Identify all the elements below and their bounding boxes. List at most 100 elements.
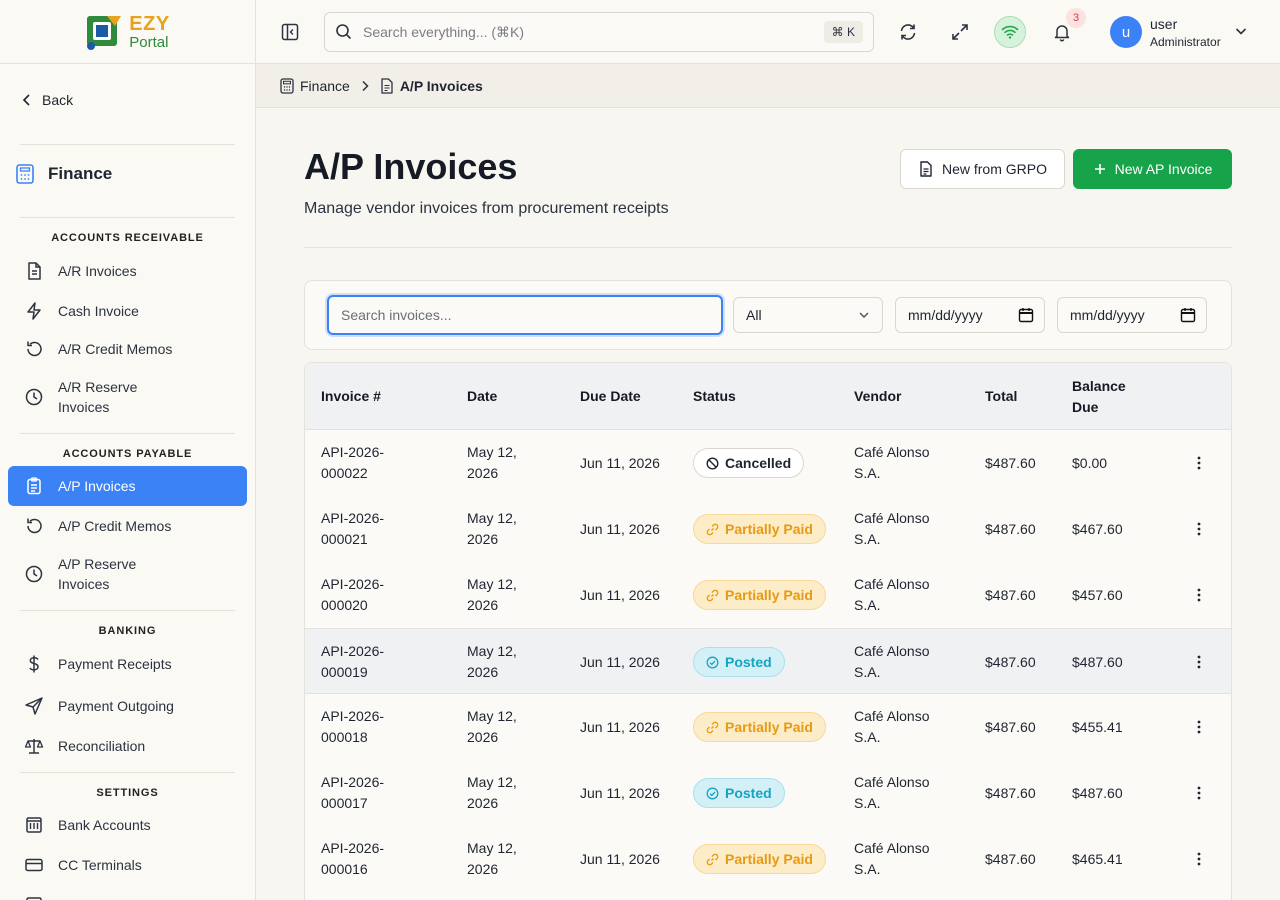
sidebar-item-ar-reserve-invoices[interactable]: A/R Reserve Invoices: [8, 376, 247, 418]
breadcrumb-item-finance[interactable]: Finance: [280, 78, 350, 94]
column-header-total[interactable]: Total: [985, 363, 1017, 430]
table-row[interactable]: API-2026- 000016 May 12, 2026 Jun 11, 2026 Pa…: [305, 826, 1231, 892]
avatar[interactable]: u: [1110, 16, 1142, 48]
sidebar-item-partial[interactable]: [8, 888, 247, 900]
table-row[interactable]: API-2026- 000020 May 12, 2026 Jun 11, 2026 Pa…: [305, 562, 1231, 628]
cell-text: API-2026-: [321, 643, 385, 659]
new-ap-invoice-button[interactable]: New AP Invoice: [1073, 149, 1232, 189]
cell-invoice-number[interactable]: API-2026- 000018: [321, 694, 384, 760]
table-row[interactable]: API-2026- 000022 May 12, 2026 Jun 11, 2026 Ca…: [305, 430, 1231, 496]
sidebar-item-cash-invoice[interactable]: Cash Invoice: [8, 294, 247, 328]
column-header-vendor[interactable]: Vendor: [854, 363, 901, 430]
user-menu-toggle[interactable]: [1234, 24, 1248, 38]
cell-balance-due: $0.00: [1072, 454, 1108, 471]
table-row[interactable]: API-2026- 000017 May 12, 2026 Jun 11, 2026 Po…: [305, 760, 1231, 826]
new-from-grpo-button[interactable]: New from GRPO: [900, 149, 1065, 189]
divider: [20, 144, 235, 145]
column-header-invoice[interactable]: Invoice #: [321, 363, 381, 430]
status-label: Cancelled: [725, 454, 792, 471]
status-filter-select[interactable]: All: [733, 297, 883, 333]
sidebar-item-ap-invoices[interactable]: A/P Invoices: [8, 466, 247, 506]
sidebar-item-ap-credit-memos[interactable]: A/P Credit Memos: [8, 509, 247, 543]
cell-date: May 12, 2026: [467, 562, 517, 628]
sidebar-item-payment-outgoing[interactable]: Payment Outgoing: [8, 689, 247, 723]
cell-due-date: Jun 11, 2026: [580, 718, 660, 735]
connection-status[interactable]: [994, 16, 1026, 48]
cell-due-date: Jun 11, 2026: [580, 454, 660, 471]
row-actions-button[interactable]: [1191, 719, 1207, 735]
cell-text: S.A.: [854, 465, 881, 481]
grid-icon: [26, 897, 42, 900]
refresh-button[interactable]: [892, 16, 924, 48]
logo[interactable]: EZY Portal: [85, 12, 169, 52]
row-actions-button[interactable]: [1191, 654, 1207, 670]
sidebar-item-payment-receipts[interactable]: Payment Receipts: [8, 647, 247, 681]
cell-date: May 12, 2026: [467, 760, 517, 826]
row-actions-button[interactable]: [1191, 587, 1207, 603]
cell-text: S.A.: [854, 729, 881, 745]
cell-invoice-number[interactable]: API-2026- 000021: [321, 496, 384, 562]
sidebar-item-cc-terminals[interactable]: CC Terminals: [8, 848, 247, 882]
calendar-icon[interactable]: [1180, 307, 1196, 323]
fullscreen-button[interactable]: [944, 16, 976, 48]
row-actions-button[interactable]: [1191, 521, 1207, 537]
cell-invoice-number[interactable]: API-2026- 000022: [321, 430, 384, 496]
column-header-due-date[interactable]: Due Date: [580, 363, 641, 430]
row-actions-button[interactable]: [1191, 851, 1207, 867]
more-vertical-icon: [1197, 522, 1201, 536]
cell-vendor: Café Alonso S.A.: [854, 826, 930, 892]
column-header-status[interactable]: Status: [693, 363, 736, 430]
global-search-input[interactable]: [363, 24, 803, 40]
sidebar-item-label: Payment Receipts: [58, 656, 172, 672]
table-row[interactable]: API-2026- 000018 May 12, 2026 Jun 11, 2026 Pa…: [305, 694, 1231, 760]
search-icon: [336, 24, 352, 40]
top-bar: ⌘ K 3 u user Administrator: [256, 0, 1280, 64]
logo-mark-icon: [85, 12, 127, 52]
cell-invoice-number[interactable]: API-2026- 000017: [321, 760, 384, 826]
cell-date: May 12, 2026: [467, 694, 517, 760]
cell-text: Café Alonso: [854, 576, 930, 592]
cell-text: 2026: [467, 729, 499, 745]
status-badge: Cancelled: [693, 448, 805, 478]
chevron-left-icon: [22, 94, 30, 106]
table-row[interactable]: API-2026- 000019 May 12, 2026 Jun 11, 2026 Po…: [305, 628, 1231, 695]
back-label: Back: [42, 92, 74, 108]
sidebar-item-label: Reconciliation: [58, 738, 146, 754]
cell-invoice-number[interactable]: API-2026- 000016: [321, 826, 384, 892]
cell-status: Cancelled: [693, 430, 805, 496]
sidebar-item-ar-invoices[interactable]: A/R Invoices: [8, 254, 247, 288]
refresh-icon: [900, 24, 916, 40]
link-icon: [706, 853, 719, 865]
divider: [304, 247, 1232, 248]
divider: [20, 610, 235, 611]
back-link[interactable]: Back: [22, 92, 73, 108]
table-row[interactable]: API-2026- 000021 May 12, 2026 Jun 11, 2026 Pa…: [305, 496, 1231, 562]
column-header-date[interactable]: Date: [467, 363, 497, 430]
clipboard-list-icon: [27, 477, 41, 495]
global-search[interactable]: ⌘ K: [324, 12, 874, 52]
user-name[interactable]: user: [1150, 16, 1177, 32]
divider: [20, 433, 235, 434]
status-label: Partially Paid: [725, 520, 813, 537]
row-actions-button[interactable]: [1191, 785, 1207, 801]
calendar-icon[interactable]: [1018, 307, 1034, 323]
sidebar-item-ap-reserve-invoices[interactable]: A/P Reserve Invoices: [8, 553, 247, 595]
cell-invoice-number[interactable]: API-2026- 000019: [321, 629, 384, 695]
column-header-balance-due[interactable]: Balance Due: [1072, 363, 1126, 430]
sidebar-item-ar-credit-memos[interactable]: A/R Credit Memos: [8, 332, 247, 366]
cell-invoice-number[interactable]: API-2026- 000020: [321, 562, 384, 628]
divider: [20, 772, 235, 773]
sidebar-item-bank-accounts[interactable]: Bank Accounts: [8, 808, 247, 842]
invoice-search-input[interactable]: [327, 295, 723, 335]
sidebar-toggle-button[interactable]: [274, 16, 306, 48]
cell-text: API-2026-: [321, 708, 385, 724]
sidebar-item-reconciliation[interactable]: Reconciliation: [8, 729, 247, 763]
date-from-input[interactable]: mm/dd/yyyy: [895, 297, 1045, 333]
cell-text: 2026: [467, 664, 499, 680]
cell-balance-due: $465.41: [1072, 850, 1123, 867]
row-actions-button[interactable]: [1191, 455, 1207, 471]
date-to-input[interactable]: mm/dd/yyyy: [1057, 297, 1207, 333]
cell-text: S.A.: [854, 597, 881, 613]
cell-text: API-2026-: [321, 510, 385, 526]
cell-due-date: Jun 11, 2026: [580, 850, 660, 867]
